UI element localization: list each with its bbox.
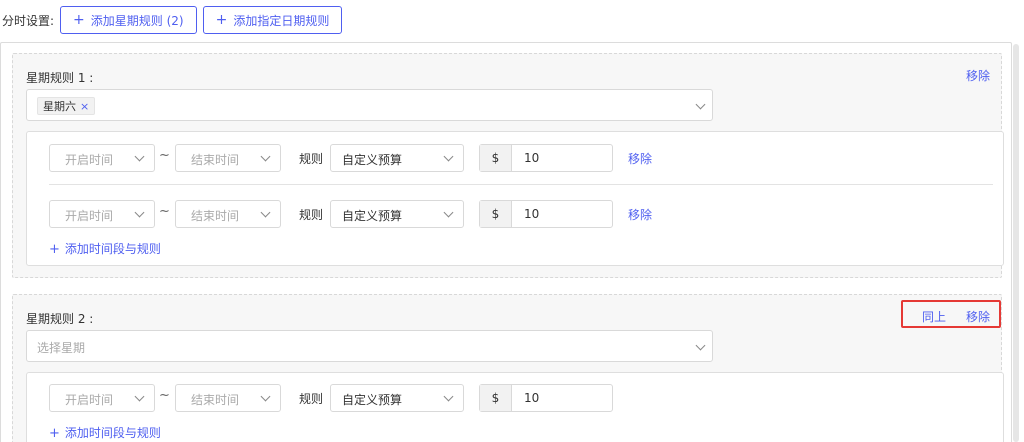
end-time-select[interactable]: 结束时间 [175,384,281,412]
chevron-down-icon [443,207,454,218]
end-time-select[interactable]: 结束时间 [175,144,281,172]
week-rule-title: 星期规则 2 : [26,312,94,326]
budget-amount-value: 10 [524,207,540,221]
range-separator: ~ [159,148,170,163]
budget-type-select[interactable]: 自定义预算 [330,144,464,172]
highlight-box [901,300,1001,328]
time-rule-row: 开启时间 ~ 结束时间 规则 自定义预算 $ 10 [27,384,1003,412]
scrollbar[interactable] [1013,44,1019,442]
add-week-rule-button[interactable]: + 添加星期规则 (2) [60,6,197,34]
plus-icon: + [215,12,228,28]
add-date-rule-label: 添加指定日期规则 [233,13,330,28]
plus-icon: + [73,12,85,28]
start-time-placeholder: 开启时间 [65,153,114,167]
end-time-placeholder: 结束时间 [191,209,240,223]
budget-type-select[interactable]: 自定义预算 [330,384,464,412]
budget-type-value: 自定义预算 [342,153,403,167]
week-rule-2: 星期规则 2 : 同上 移除 选择星期 开启时间 ~ 结束时间 规则 自定义预算… [12,294,1004,442]
add-time-range-label: 添加时间段与规则 [64,426,161,440]
budget-amount-input[interactable]: $ 10 [479,144,613,172]
add-date-rule-button[interactable]: + 添加指定日期规则 [202,6,343,34]
remove-rule-button[interactable]: 移除 [966,67,990,84]
chevron-down-icon [443,151,454,162]
chevron-down-icon [134,151,145,162]
chevron-down-icon [443,391,454,402]
chevron-down-icon [134,207,145,218]
budget-type-value: 自定义预算 [342,393,403,407]
weekday-select[interactable]: 选择星期 [26,330,713,362]
range-separator: ~ [159,204,170,219]
chevron-down-icon [260,391,271,402]
start-time-select[interactable]: 开启时间 [49,200,155,228]
budget-amount-value: 10 [524,391,540,405]
time-ranges-box: 开启时间 ~ 结束时间 规则 自定义预算 $ 10 移除 开启时间 ~ 结束时间… [26,131,1004,266]
time-rule-row: 开启时间 ~ 结束时间 规则 自定义预算 $ 10 移除 [27,144,1003,172]
week-rule-title: 星期规则 1 : [26,71,94,85]
time-ranges-box: 开启时间 ~ 结束时间 规则 自定义预算 $ 10 + 添加时间段与规则 [26,372,1004,442]
row-divider [49,184,993,185]
rule-label: 规则 [299,208,324,222]
currency-symbol: $ [480,145,512,171]
currency-symbol: $ [480,385,512,411]
start-time-select[interactable]: 开启时间 [49,384,155,412]
chevron-down-icon [260,151,271,162]
plus-icon: + [49,426,60,441]
budget-type-select[interactable]: 自定义预算 [330,200,464,228]
budget-amount-input[interactable]: $ 10 [479,200,613,228]
tag-close-icon[interactable]: × [80,100,89,113]
weekday-placeholder: 选择星期 [37,341,86,355]
rule-label: 规则 [299,152,324,166]
range-separator: ~ [159,388,170,403]
schedule-toolbar: 分时设置: + 添加星期规则 (2) + 添加指定日期规则 [0,6,343,34]
schedule-label: 分时设置: [2,13,55,28]
remove-row-button[interactable]: 移除 [628,206,652,223]
week-rule-1: 星期规则 1 : 移除 星期六 × 开启时间 ~ 结束时间 规则 自定义预算 $… [12,53,1004,278]
weekday-tag-label: 星期六 [43,100,76,113]
start-time-placeholder: 开启时间 [65,209,114,223]
start-time-select[interactable]: 开启时间 [49,144,155,172]
add-week-rule-label: 添加星期规则 (2) [90,13,184,28]
weekday-select[interactable]: 星期六 × [26,89,713,121]
end-time-select[interactable]: 结束时间 [175,200,281,228]
end-time-placeholder: 结束时间 [191,153,240,167]
end-time-placeholder: 结束时间 [191,393,240,407]
budget-amount-input[interactable]: $ 10 [479,384,613,412]
chevron-down-icon [695,340,706,351]
time-rule-row: 开启时间 ~ 结束时间 规则 自定义预算 $ 10 移除 [27,200,1003,228]
rule-label: 规则 [299,392,324,406]
budget-type-value: 自定义预算 [342,209,403,223]
add-time-range-label: 添加时间段与规则 [64,242,161,256]
plus-icon: + [49,242,60,257]
chevron-down-icon [260,207,271,218]
remove-row-button[interactable]: 移除 [628,150,652,167]
chevron-down-icon [134,391,145,402]
add-time-range-link[interactable]: + 添加时间段与规则 [49,240,161,257]
chevron-down-icon [695,99,706,110]
currency-symbol: $ [480,201,512,227]
weekday-tag: 星期六 × [37,97,96,115]
add-time-range-link[interactable]: + 添加时间段与规则 [49,424,161,441]
budget-amount-value: 10 [524,151,540,165]
start-time-placeholder: 开启时间 [65,393,114,407]
